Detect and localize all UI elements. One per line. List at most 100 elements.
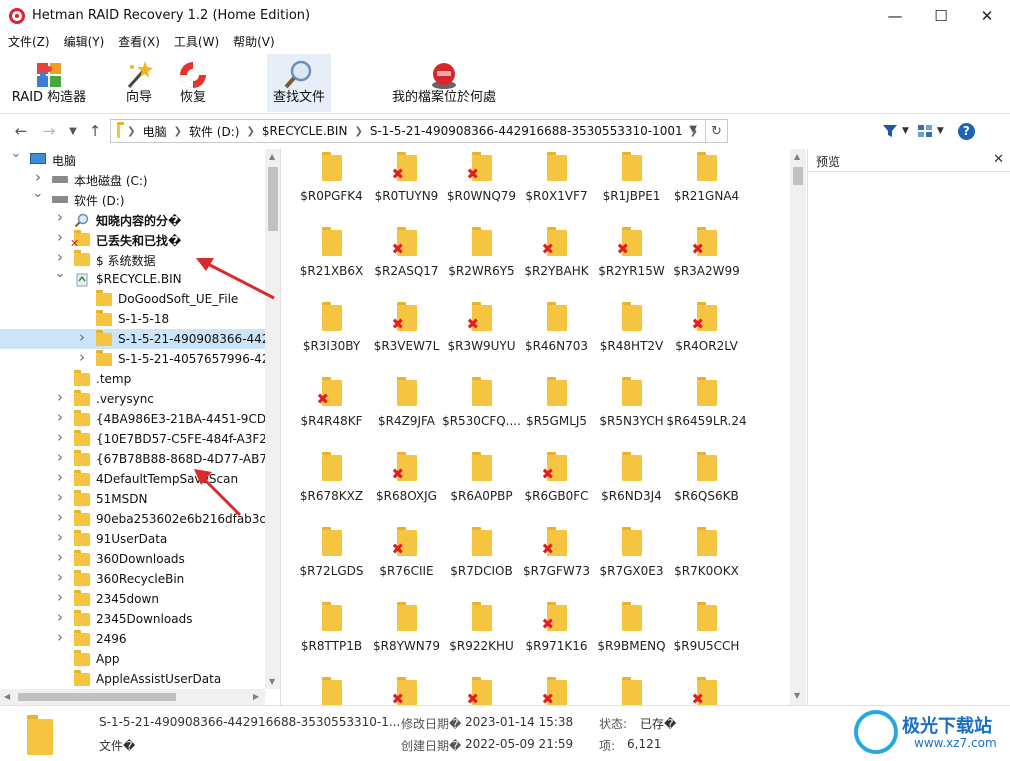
wizard-button[interactable]: 向导 [116,54,162,112]
file-item[interactable]: $R1JBPE1 [594,149,669,224]
filter-dropdown[interactable]: ▼ [902,126,909,136]
tree-node[interactable]: ⌄ 软件 (D:) [0,186,265,209]
menu-view[interactable]: 查看(X) [111,33,167,50]
forward-button[interactable]: → [39,121,59,141]
maximize-button[interactable]: ☐ [918,0,964,31]
chevron-right-icon[interactable]: › [54,488,66,506]
tree-node[interactable]: › 2345down [0,588,265,609]
file-item[interactable]: ✖ [519,674,594,705]
chevron-right-icon[interactable]: › [54,568,66,586]
file-item[interactable]: ✖ $R6GB0FC [519,449,594,524]
tree-node[interactable]: › 4DefaultTempSaveScan [0,468,265,489]
file-item[interactable]: $R5GMLJ5 [519,374,594,449]
grid-scroll-thumb[interactable] [793,167,803,185]
tree-vertical-scrollbar[interactable]: ▲ ▼ [265,149,280,689]
grid-vertical-scrollbar[interactable]: ▲ ▼ [790,149,806,705]
file-item[interactable]: $R6ND3J4 [594,449,669,524]
tree-scroll-thumb[interactable] [268,167,278,231]
refresh-button[interactable]: ↻ [706,119,728,143]
tree-node[interactable]: › 本地磁盘 (C:) [0,168,265,189]
file-item[interactable]: ✖ [444,674,519,705]
tree-node[interactable]: › {4BA986E3-21BA-4451-9CD0-BD [0,408,280,429]
menu-help[interactable]: 帮助(V) [226,33,282,50]
close-button[interactable]: ✕ [964,0,1010,31]
tree-node[interactable]: › 90eba253602e6b216dfab3cd4d8 [0,508,280,529]
tree-node[interactable]: .temp [0,369,265,389]
breadcrumb-sid-folder[interactable]: S-1-5-21-490908366-442916688-3530553310-… [370,124,683,138]
file-item[interactable]: ✖ $R2YR15W [594,224,669,299]
file-item[interactable]: $R9BMENQ [594,599,669,674]
tree-node[interactable]: App [0,649,265,669]
chevron-right-icon[interactable]: › [54,248,66,266]
chevron-right-icon[interactable]: › [76,328,88,346]
file-item[interactable]: $R3I30BY [294,299,369,374]
file-item[interactable]: $R9U5CCH [669,599,744,674]
close-icon[interactable]: ✕ [993,152,1004,167]
file-item[interactable]: $R21XB6X [294,224,369,299]
tree-node[interactable]: ⌄ 电脑 [0,149,265,169]
address-input[interactable]: ❯ 电脑 ❯ 软件 (D:) ❯ $RECYCLE.BIN ❯ S-1-5-21… [110,119,706,143]
file-item[interactable]: $R0PGFK4 [294,149,369,224]
file-item[interactable]: ✖ [669,674,744,705]
tree-node[interactable]: › 91UserData [0,528,265,549]
tree-node[interactable]: › 2496 [0,628,265,649]
chevron-down-icon[interactable]: ▼ [689,124,697,135]
file-item[interactable]: ✖ $R3VEW7L [369,299,444,374]
file-item[interactable]: $R7DCIOB [444,524,519,599]
tree-node[interactable]: › 知晓内容的分� [0,208,265,229]
file-item[interactable]: $R2WR6Y5 [444,224,519,299]
menu-tools[interactable]: 工具(W) [167,33,226,50]
file-item[interactable]: ✖ $R3W9UYU [444,299,519,374]
scroll-up-icon[interactable]: ▲ [269,152,275,161]
file-item[interactable]: ✖ $R2ASQ17 [369,224,444,299]
scroll-right-icon[interactable]: ▶ [253,692,259,701]
file-item[interactable]: ✖ [369,674,444,705]
file-item[interactable]: ✖ $R7GFW73 [519,524,594,599]
tree-node[interactable]: › {10E7BD57-C5FE-484f-A3F2-A17 [0,428,280,449]
tree-node[interactable]: › 51MSDN [0,488,265,509]
file-item[interactable]: $R678KXZ [294,449,369,524]
tree-node[interactable]: › 360Downloads [0,548,265,569]
minimize-button[interactable]: — [872,0,918,31]
file-item[interactable]: $R8TTP1B [294,599,369,674]
tree-node[interactable]: › 360RecycleBin [0,568,265,589]
tree-node[interactable]: S-1-5-18 [0,309,265,329]
chevron-right-icon[interactable]: › [54,548,66,566]
scroll-up-icon[interactable]: ▲ [794,152,800,161]
recover-button[interactable]: 恢复 [170,54,216,112]
tree-node[interactable]: › {67B78B88-868D-4D77-AB70-D0 [0,448,280,469]
menu-edit[interactable]: 编辑(Y) [57,33,112,50]
back-button[interactable]: ← [11,121,31,141]
tree-node[interactable]: › $ 系统数据 [0,248,265,269]
chevron-right-icon[interactable]: › [54,508,66,526]
file-item[interactable]: ✖ $R4R48KF [294,374,369,449]
scroll-down-icon[interactable]: ▼ [269,677,275,686]
file-item[interactable]: ✖ $R0TUYN9 [369,149,444,224]
chevron-right-icon[interactable]: › [54,448,66,466]
scroll-left-icon[interactable]: ◀ [4,692,10,701]
file-item[interactable]: $R8YWN79 [369,599,444,674]
file-item[interactable] [294,674,369,705]
chevron-right-icon[interactable]: › [54,228,66,246]
breadcrumb-drive-d[interactable]: 软件 (D:) [189,123,239,140]
tree-node[interactable]: AppleAssistUserData [0,669,265,689]
chevron-right-icon[interactable]: › [54,208,66,226]
menu-file[interactable]: 文件(Z) [0,33,57,50]
help-icon[interactable]: ? [957,122,975,140]
chevron-right-icon[interactable]: › [54,468,66,486]
tree-node[interactable]: ⌄ $RECYCLE.BIN [0,266,265,289]
tree-node[interactable]: › S-1-5-21-4057657996-42545 [0,348,280,369]
tree-node[interactable]: › .verysync [0,388,265,409]
chevron-right-icon[interactable]: › [54,388,66,406]
tree-horizontal-scrollbar[interactable]: ◀ ▶ [0,689,265,705]
file-item[interactable]: $R6QS6KB [669,449,744,524]
chevron-right-icon[interactable]: › [54,588,66,606]
chevron-right-icon[interactable]: › [54,608,66,626]
file-item[interactable]: $R6A0PBP [444,449,519,524]
tree-node[interactable]: › S-1-5-21-490908366-44291€ [0,328,280,349]
chevron-down-icon[interactable]: ⌄ [10,149,22,161]
breadcrumb-computer[interactable]: 电脑 [143,123,167,140]
file-item[interactable]: $R21GNA4 [669,149,744,224]
file-item[interactable]: $R48HT2V [594,299,669,374]
file-item[interactable]: $R72LGDS [294,524,369,599]
